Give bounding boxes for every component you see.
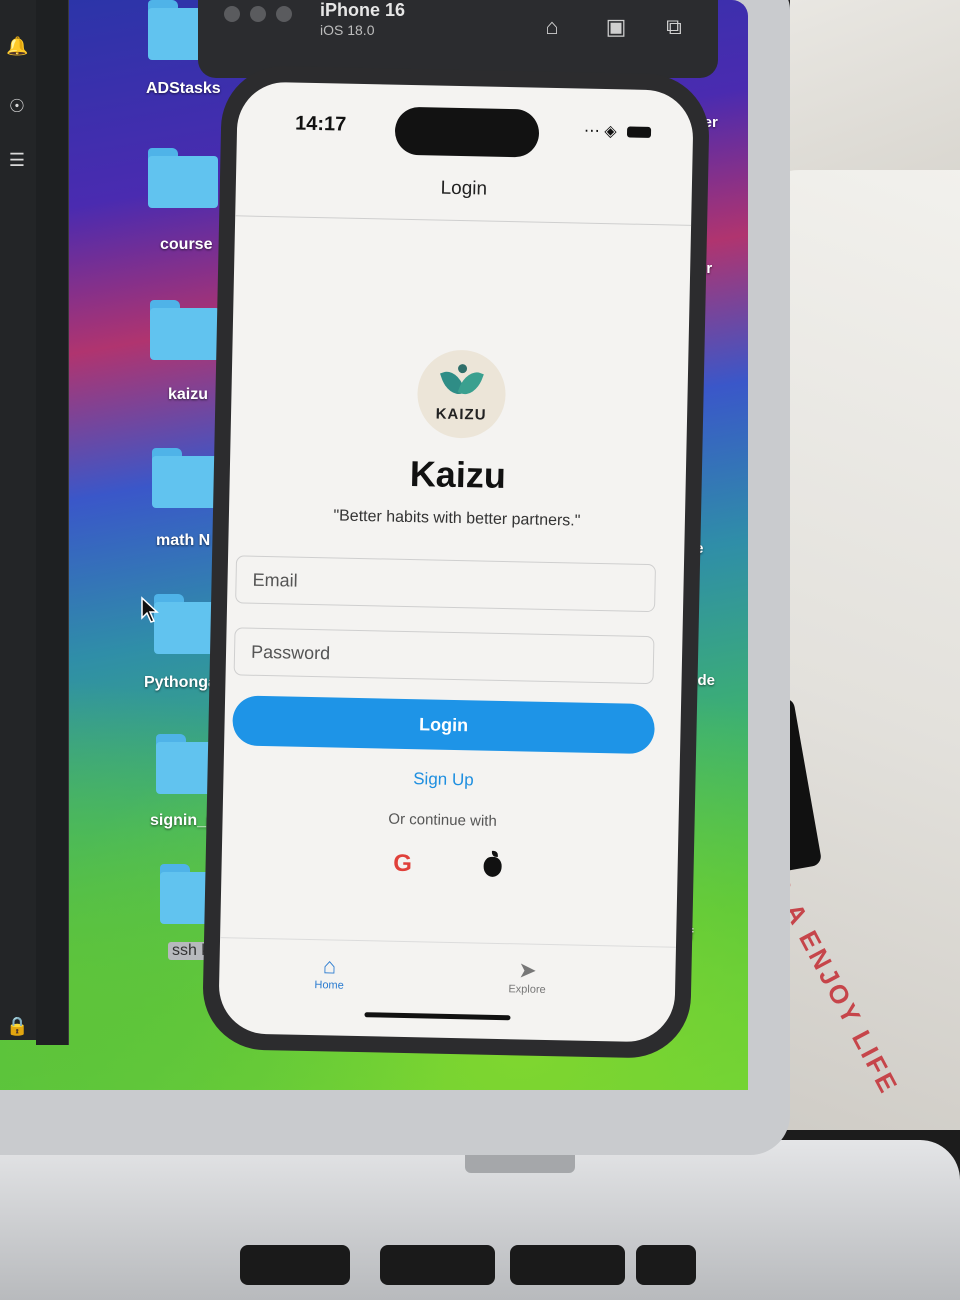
nav-divider [235,215,692,226]
app-logo: KAIZU [416,349,507,439]
tab-explore-label: Explore [508,983,546,996]
status-time: 14:17 [294,112,347,136]
home-indicator[interactable] [364,1012,511,1021]
tab-home[interactable]: ⌂ Home [289,953,370,993]
logo-text: KAIZU [435,405,487,424]
home-icon[interactable]: ⌂ [538,14,566,42]
screenshot-icon[interactable]: ▣ [602,14,630,42]
window-zoom-button[interactable] [276,6,292,22]
folder-icon[interactable] [152,448,222,508]
google-icon: G [393,849,413,878]
login-button[interactable]: Login [232,695,656,755]
iphone-frame: 14:17 ⋯ ◈ Login KAIZU Kaizu "Better habi… [201,64,711,1060]
folder-label[interactable]: ADStasks [146,80,221,98]
folder-label[interactable]: math N [156,532,210,550]
lock-icon[interactable]: 🔒 [6,1016,28,1038]
battery-icon [626,126,652,139]
keyboard-key [380,1245,495,1285]
window-minimize-button[interactable] [250,6,266,22]
apple-icon [483,856,502,877]
folder-label[interactable]: course [160,236,212,254]
tab-home-label: Home [314,979,344,992]
or-continue-label: Or continue with [388,810,497,830]
keyboard-key [636,1245,696,1285]
broadcast-icon[interactable]: ☉ [6,96,28,118]
window-close-button[interactable] [224,6,240,22]
paper-plane-icon: ➤ [517,957,537,983]
app-tagline: "Better habits with better partners." [333,507,581,530]
window-edge [36,0,69,1045]
folder-icon[interactable] [148,148,218,208]
apple-signin-button[interactable] [469,842,516,889]
simulator-device-name: iPhone 16 [320,0,406,20]
status-icons: ⋯ ◈ [584,121,652,142]
keyboard-key [240,1245,350,1285]
dynamic-island [394,106,540,158]
nav-title: Login [440,177,488,200]
simulator-os-version: iOS 18.0 [320,22,375,38]
wifi-icon: ◈ [604,123,617,141]
database-icon[interactable]: ☰ [6,150,28,172]
house-icon: ⌂ [322,953,337,979]
folder-icon[interactable] [150,300,220,360]
logo-bud [457,364,468,374]
google-signin-button[interactable]: G [379,840,426,887]
tabbar-divider [220,937,676,948]
folder-label[interactable]: kaizu [168,386,208,404]
rotate-icon[interactable]: ⧉ [660,14,688,42]
tab-explore[interactable]: ➤ Explore [487,957,568,997]
password-field[interactable] [233,627,655,685]
signup-link[interactable]: Sign Up [223,765,663,794]
bell-icon[interactable]: 🔔 [6,36,28,58]
system-sidebar: 🔔 ☉ ☰ 🔒 [0,0,36,1040]
email-field[interactable] [235,555,656,613]
phone-screen: 14:17 ⋯ ◈ Login KAIZU Kaizu "Better habi… [218,81,694,1043]
app-title: Kaizu [409,453,507,497]
signal-icon: ⋯ [583,122,601,140]
mouse-cursor-icon [141,596,159,623]
keyboard-key [510,1245,625,1285]
folder-label[interactable]: Pythonga [144,674,217,692]
